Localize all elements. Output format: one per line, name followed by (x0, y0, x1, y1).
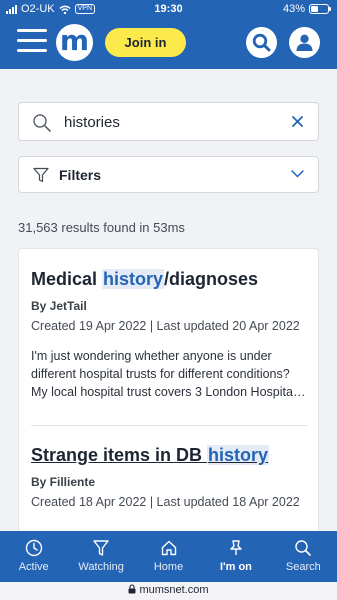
search-highlight: history (102, 269, 165, 289)
search-icon (252, 33, 271, 52)
results-count: 31,563 results found in 53ms (18, 220, 185, 235)
browser-url-bar[interactable]: mumsnet.com (0, 582, 337, 600)
result-author: By Filliente (31, 475, 96, 489)
mumsnet-logo[interactable]: m (56, 24, 93, 61)
nav-label: Search (285, 561, 321, 573)
chevron-down-icon (291, 170, 304, 178)
result-dates: Created 19 Apr 2022 | Last updated 20 Ap… (31, 319, 300, 333)
menu-icon[interactable] (17, 29, 47, 53)
nav-watching[interactable]: Watching (67, 531, 134, 582)
nav-label: Home (153, 561, 184, 573)
header-search-button[interactable] (246, 27, 277, 58)
battery-icon (309, 4, 331, 14)
divider (31, 425, 308, 426)
close-icon[interactable] (291, 115, 304, 128)
bottom-navigation: Active Watching Home I'm on Search (0, 531, 337, 582)
battery-percent: 43% (282, 3, 305, 15)
title-text: Medical (31, 269, 103, 289)
nav-label: Active (18, 561, 49, 573)
filter-icon (33, 167, 49, 183)
nav-im-on[interactable]: I'm on (202, 531, 269, 582)
url-text: mumsnet.com (139, 584, 209, 596)
search-input[interactable]: histories (64, 114, 120, 131)
title-text: /diagnoses (164, 269, 259, 289)
nav-label: Watching (78, 561, 124, 573)
search-icon (295, 540, 312, 556)
account-button[interactable] (289, 27, 320, 58)
result-author: By JetTail (31, 299, 87, 313)
search-highlight: history (207, 445, 270, 465)
result-title[interactable]: Medical history/diagnoses (31, 267, 308, 291)
search-icon (33, 114, 51, 132)
nav-label: I'm on (219, 561, 252, 573)
nav-home[interactable]: Home (135, 531, 202, 582)
join-in-button[interactable]: Join in (105, 28, 186, 57)
result-snippet: I'm just wondering whether anyone is und… (31, 349, 306, 399)
filters-dropdown[interactable]: Filters (18, 156, 319, 193)
result-item[interactable]: Medical history/diagnoses By JetTail Cre… (31, 267, 308, 401)
results-list: Medical history/diagnoses By JetTail Cre… (18, 248, 319, 548)
status-bar: O2-UK VPN 19:30 43% (0, 0, 337, 18)
filters-label: Filters (59, 167, 102, 183)
home-icon (161, 540, 176, 556)
nav-search[interactable]: Search (270, 531, 337, 582)
app-header: O2-UK VPN 19:30 43% m Join in (0, 0, 337, 69)
result-item[interactable]: Strange items in DB history By Filliente… (31, 443, 308, 509)
title-text: Strange items in DB (31, 445, 208, 465)
logo-letter: m (59, 23, 90, 57)
result-dates: Created 18 Apr 2022 | Last updated 18 Ap… (31, 495, 300, 509)
filter-icon (93, 540, 109, 556)
result-title[interactable]: Strange items in DB history (31, 443, 308, 467)
pin-icon (230, 540, 242, 555)
search-field[interactable]: histories (18, 102, 319, 141)
clock-icon (25, 539, 42, 557)
lock-icon (128, 584, 136, 594)
user-icon (296, 34, 313, 51)
nav-active[interactable]: Active (0, 531, 67, 582)
